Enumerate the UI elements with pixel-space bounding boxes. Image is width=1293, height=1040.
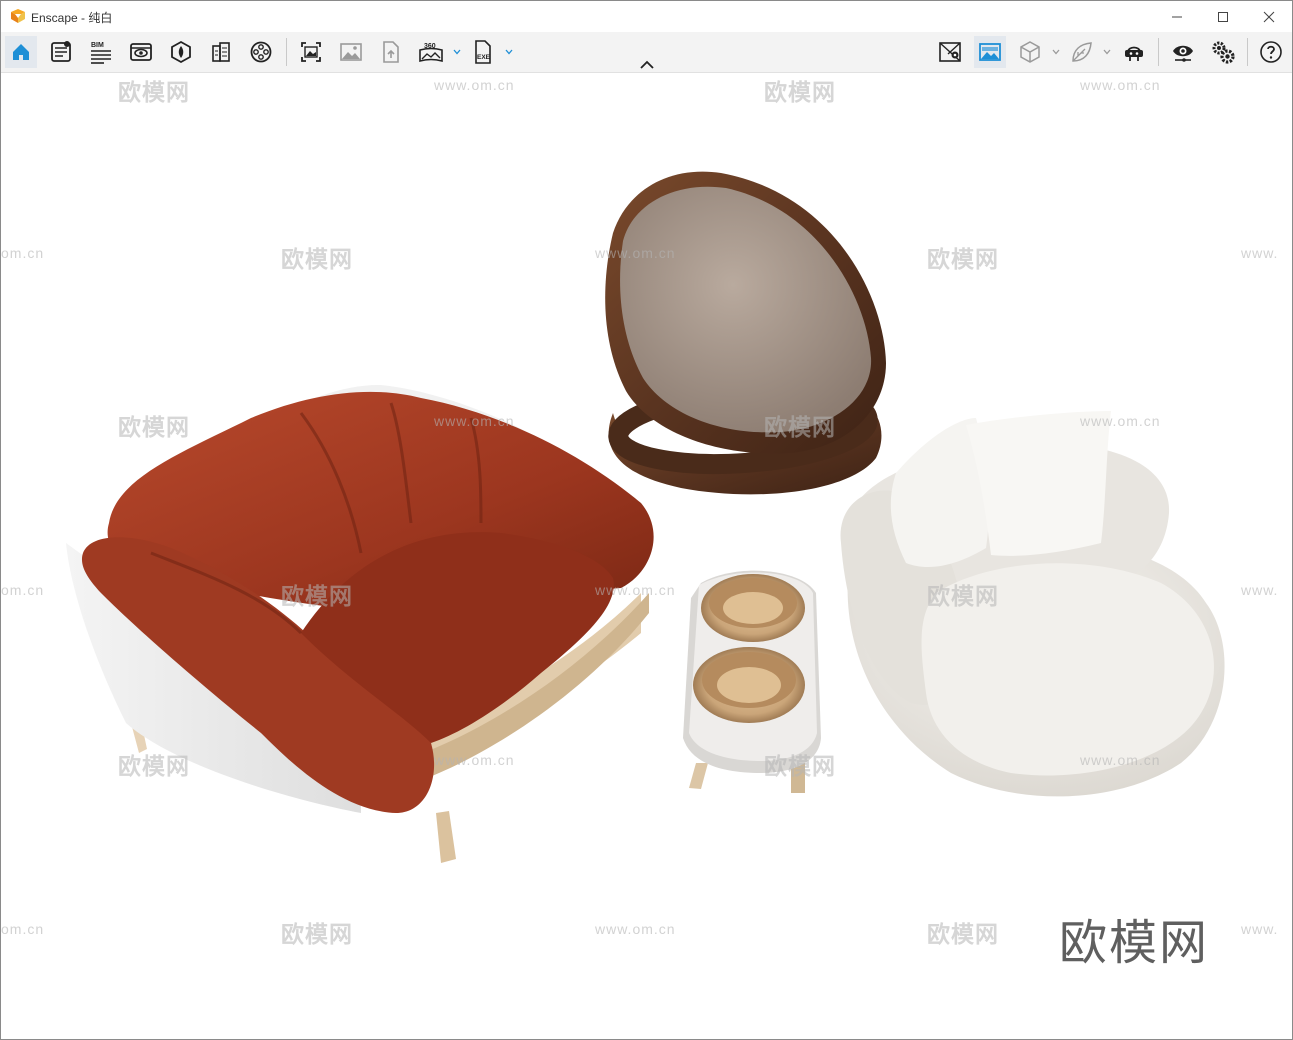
leaf-icon	[1072, 42, 1092, 62]
watermark-url: om.cn	[1, 245, 45, 261]
collapse-toolbar-chevron-icon[interactable]	[637, 58, 657, 72]
panorama-dropdown[interactable]	[452, 44, 462, 60]
site-context-button[interactable]	[205, 36, 237, 68]
watermark-url: www.om.cn	[1080, 413, 1161, 429]
watermark-url: www.om.cn	[1080, 77, 1161, 93]
watermark-url: om.cn	[1, 921, 45, 937]
watermark: 欧模网	[118, 79, 190, 105]
maximize-icon	[1218, 11, 1228, 22]
render-viewport[interactable]: 欧模网 www.om.cn 欧模网 www.om.cn om.cn 欧模网 ww…	[1, 73, 1292, 1039]
toolbar-separator	[1247, 38, 1248, 66]
upload-file-icon	[383, 41, 399, 63]
watermark-url: www.	[1241, 245, 1279, 261]
asset-library-icon	[51, 41, 71, 62]
visual-settings-button[interactable]	[1167, 36, 1199, 68]
egg-chair	[605, 171, 886, 495]
atmosphere-button[interactable]	[974, 36, 1006, 68]
watermark-url: www.om.cn	[434, 77, 515, 93]
exe-label: EXE	[477, 54, 491, 61]
export-exe-button[interactable]: EXE	[467, 36, 499, 68]
video-editor-button[interactable]	[245, 36, 277, 68]
export-dropdown[interactable]	[504, 44, 514, 60]
cube-dropdown[interactable]	[1051, 44, 1061, 60]
watermark: 欧模网	[281, 583, 353, 609]
cube-button[interactable]	[1014, 36, 1046, 68]
watermark: 欧模网	[764, 753, 836, 779]
batch-render-button[interactable]	[335, 36, 367, 68]
building-icon	[212, 42, 230, 62]
chevron-down-icon	[1052, 49, 1060, 55]
watermark: 欧模网	[764, 414, 836, 440]
watermark-url: www.om.cn	[595, 921, 676, 937]
watermark-url: om.cn	[1, 582, 45, 598]
views-button[interactable]	[125, 36, 157, 68]
watermark: 欧模网	[764, 79, 836, 105]
vr-headset-icon	[1125, 46, 1143, 61]
help-button[interactable]	[1255, 36, 1287, 68]
watermark: 欧模网	[927, 583, 999, 609]
bim-label: BIM	[91, 42, 104, 49]
atmosphere-icon	[979, 43, 1001, 61]
watermark-url: www.	[1241, 921, 1279, 937]
upload-button[interactable]	[375, 36, 407, 68]
toolbar-separator	[1158, 38, 1159, 66]
chevron-down-icon	[453, 49, 461, 55]
watermark-url: www.om.cn	[434, 413, 515, 429]
help-icon	[1260, 41, 1282, 63]
leaf-button[interactable]	[1066, 36, 1098, 68]
toolbar-separator	[286, 38, 287, 66]
furniture-render	[66, 171, 1225, 863]
screenshot-icon	[301, 42, 321, 62]
bim-button[interactable]: BIM	[85, 36, 117, 68]
minimize-icon	[1172, 16, 1182, 17]
material-editor-icon	[171, 40, 191, 64]
close-button[interactable]	[1246, 1, 1292, 32]
watermark: 欧模网	[281, 246, 353, 272]
panorama-icon: 360	[419, 43, 443, 63]
home-icon	[13, 44, 29, 60]
watermark: 欧模网	[281, 921, 353, 947]
enscape-logo-icon	[11, 9, 25, 23]
window-controls	[1154, 1, 1292, 32]
general-settings-button[interactable]	[1207, 36, 1239, 68]
leather-armchair	[66, 384, 654, 863]
chevron-down-icon	[505, 49, 513, 55]
views-icon	[130, 43, 152, 61]
watermark-url: www.om.cn	[595, 245, 676, 261]
image-gallery-icon	[340, 43, 362, 61]
watermark-url: www.om.cn	[595, 582, 676, 598]
watermark-url: www.om.cn	[1080, 752, 1161, 768]
watermark-url: www.om.cn	[434, 752, 515, 768]
map-button[interactable]	[934, 36, 966, 68]
watermark: 欧模网	[118, 414, 190, 440]
home-button[interactable]	[5, 36, 37, 68]
watermark: 欧模网	[118, 753, 190, 779]
watermark: 欧模网	[927, 246, 999, 272]
title-bar: Enscape - 纯白	[1, 1, 1292, 32]
video-reel-icon	[250, 41, 272, 63]
asset-library-button[interactable]	[45, 36, 77, 68]
eye-icon	[1173, 45, 1193, 62]
close-icon	[1263, 11, 1275, 22]
material-editor-button[interactable]	[165, 36, 197, 68]
export-exe-icon: EXE	[475, 40, 491, 64]
panorama-button[interactable]: 360	[415, 36, 447, 68]
watermark-url: www.	[1241, 582, 1279, 598]
bim-icon: BIM	[91, 42, 111, 64]
screenshot-button[interactable]	[295, 36, 327, 68]
window-title: Enscape - 纯白	[31, 11, 113, 25]
maximize-button[interactable]	[1200, 1, 1246, 32]
chevron-down-icon	[1103, 49, 1111, 55]
enscape-window: Enscape - 纯白 BIM 360 EXE 欧模网 www.om.cn 欧…	[0, 0, 1293, 1040]
leaf-dropdown[interactable]	[1102, 44, 1112, 60]
minimize-button[interactable]	[1154, 1, 1200, 32]
watermark: 欧模网	[927, 921, 999, 947]
boucle-chaise	[840, 411, 1225, 797]
vr-button[interactable]	[1118, 36, 1150, 68]
cube-icon	[1020, 41, 1040, 63]
map-icon	[939, 42, 961, 62]
brand-watermark: 欧模网	[1059, 915, 1210, 971]
gears-icon	[1212, 41, 1235, 64]
